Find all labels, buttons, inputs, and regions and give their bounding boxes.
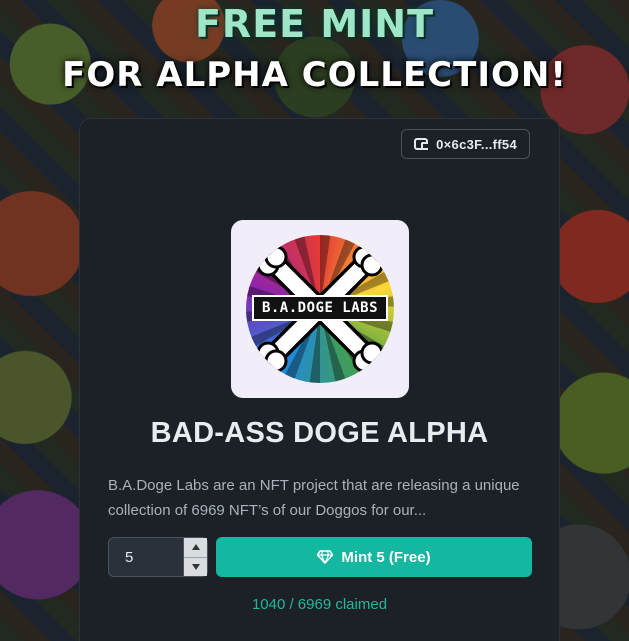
- quantity-stepper[interactable]: 5: [108, 537, 208, 577]
- decrement-button[interactable]: [184, 556, 207, 576]
- stepper-controls: [183, 538, 207, 576]
- wallet-button[interactable]: 0×6c3F...ff54: [401, 129, 530, 159]
- header-collection: FOR ALPHA COLLECTION!: [62, 55, 567, 95]
- logo-image: B.A.DOGE LABS: [246, 235, 394, 383]
- header-free-mint: FREE MINT: [194, 2, 435, 46]
- mint-card: 0×6c3F...ff54 B.A.DOGE LABS BAD-ASS DOGE…: [79, 118, 560, 641]
- mint-button-label: Mint 5 (Free): [341, 548, 431, 566]
- arrow-up-icon: [191, 544, 200, 551]
- collection-description: B.A.Doge Labs are an NFT project that ar…: [108, 477, 520, 519]
- mint-button[interactable]: Mint 5 (Free): [216, 537, 532, 577]
- diamond-icon: [317, 550, 334, 564]
- increment-button[interactable]: [184, 538, 207, 557]
- logo-text: B.A.DOGE LABS: [252, 295, 388, 321]
- claimed-count: 1040 / 6969 claimed: [251, 596, 388, 613]
- quantity-input[interactable]: 5: [109, 549, 183, 566]
- wallet-address: 0×6c3F...ff54: [436, 136, 517, 152]
- collection-logo: B.A.DOGE LABS: [231, 220, 409, 398]
- wallet-icon: [414, 138, 429, 150]
- collection-title: BAD-ASS DOGE ALPHA: [150, 417, 489, 449]
- arrow-down-icon: [191, 563, 200, 570]
